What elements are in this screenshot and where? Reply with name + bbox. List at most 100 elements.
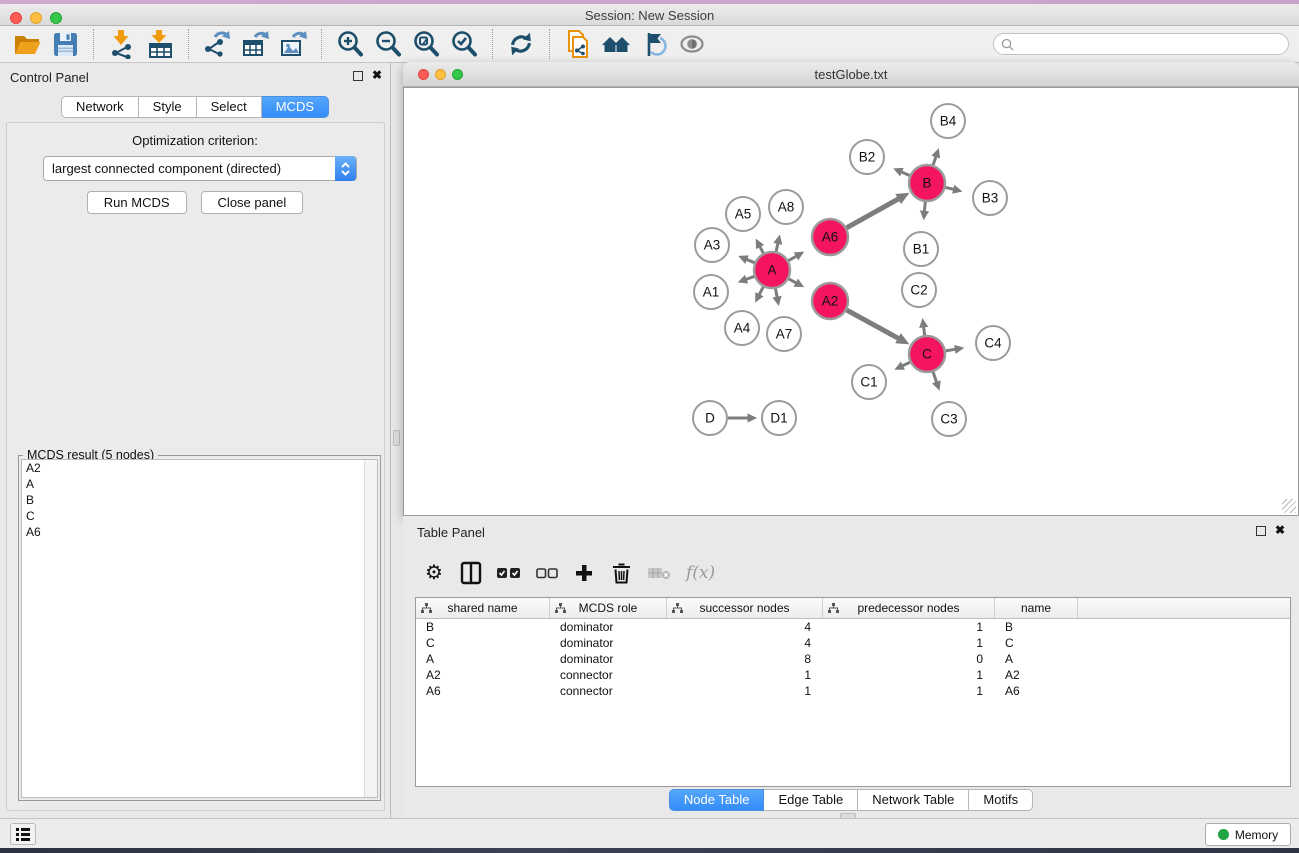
open-folder-icon[interactable] bbox=[11, 28, 43, 60]
result-scrollbar[interactable] bbox=[364, 460, 377, 797]
table-cell[interactable]: B bbox=[416, 619, 550, 635]
result-item[interactable]: A6 bbox=[22, 524, 377, 540]
tab-network[interactable]: Network bbox=[61, 96, 139, 118]
result-item[interactable]: A bbox=[22, 476, 377, 492]
table-cell[interactable]: connector bbox=[550, 683, 667, 699]
table-cell[interactable]: 4 bbox=[667, 635, 823, 651]
graph-edge-C-C2[interactable] bbox=[919, 318, 928, 335]
graph-node-A2[interactable]: A2 bbox=[812, 283, 848, 319]
export-network-icon[interactable] bbox=[201, 28, 233, 60]
trash-icon[interactable] bbox=[610, 560, 632, 586]
graph-edge-B-B4[interactable] bbox=[931, 148, 940, 165]
table-cell[interactable]: A bbox=[995, 651, 1078, 667]
graph-edge-B-B1[interactable] bbox=[920, 202, 929, 220]
close-panel-button[interactable]: Close panel bbox=[201, 191, 304, 214]
table-cell[interactable]: dominator bbox=[550, 651, 667, 667]
graph-edge-D-D1[interactable] bbox=[728, 413, 757, 422]
graph-node-A6[interactable]: A6 bbox=[812, 219, 848, 255]
table-cell[interactable]: A bbox=[416, 651, 550, 667]
table-cell[interactable]: A6 bbox=[416, 683, 550, 699]
table-cell[interactable]: A2 bbox=[416, 667, 550, 683]
table-float-panel-icon[interactable] bbox=[1256, 526, 1266, 536]
table-cell[interactable]: B bbox=[995, 619, 1078, 635]
table-cell[interactable]: C bbox=[995, 635, 1078, 651]
graph-node-A7[interactable]: A7 bbox=[767, 317, 801, 351]
memory-button[interactable]: Memory bbox=[1205, 823, 1291, 846]
graph-node-C4[interactable]: C4 bbox=[976, 326, 1010, 360]
table-cell[interactable]: 4 bbox=[667, 619, 823, 635]
column-header-successor-nodes[interactable]: successor nodes bbox=[667, 598, 823, 618]
graph-node-B2[interactable]: B2 bbox=[850, 140, 884, 174]
graph-node-A8[interactable]: A8 bbox=[769, 190, 803, 224]
column-header-predecessor-nodes[interactable]: predecessor nodes bbox=[823, 598, 995, 618]
graph-edge-A-A2[interactable] bbox=[789, 279, 804, 288]
flag-icon[interactable] bbox=[638, 28, 670, 60]
table-cell[interactable]: 1 bbox=[667, 667, 823, 683]
table-cell[interactable]: 1 bbox=[667, 683, 823, 699]
table-tab-network-table[interactable]: Network Table bbox=[858, 789, 969, 811]
result-item[interactable]: B bbox=[22, 492, 377, 508]
result-item[interactable]: C bbox=[22, 508, 377, 524]
select-all-checks-icon[interactable] bbox=[497, 560, 521, 586]
tab-mcds[interactable]: MCDS bbox=[262, 96, 329, 118]
graph-node-C1[interactable]: C1 bbox=[852, 365, 886, 399]
export-image-icon[interactable] bbox=[277, 28, 309, 60]
export-table-icon[interactable] bbox=[239, 28, 271, 60]
duplicate-network-document-icon[interactable] bbox=[562, 28, 594, 60]
optimization-criterion-select[interactable]: largest connected component (directed) bbox=[43, 156, 357, 181]
save-floppy-icon[interactable] bbox=[49, 28, 81, 60]
table-tab-motifs[interactable]: Motifs bbox=[969, 789, 1033, 811]
refresh-icon[interactable] bbox=[505, 28, 537, 60]
column-header-name[interactable]: name bbox=[995, 598, 1078, 618]
graph-node-C2[interactable]: C2 bbox=[902, 273, 936, 307]
table-cell[interactable]: 1 bbox=[823, 667, 995, 683]
table-cell[interactable]: 1 bbox=[823, 683, 995, 699]
table-row[interactable]: A6connector11A6 bbox=[416, 683, 1290, 699]
graph-edge-A2-C[interactable] bbox=[847, 310, 910, 344]
graph-node-D1[interactable]: D1 bbox=[762, 401, 796, 435]
table-cell[interactable]: 1 bbox=[823, 635, 995, 651]
graph-edge-C-C4[interactable] bbox=[946, 345, 965, 354]
graph-edge-B-B3[interactable] bbox=[945, 185, 962, 194]
graph-edge-A-A1[interactable] bbox=[738, 275, 754, 284]
graph-edge-A-A5[interactable] bbox=[756, 239, 764, 254]
graph-node-A3[interactable]: A3 bbox=[695, 228, 729, 262]
network-canvas[interactable]: B4B2BB3A8A5A6A3B1AC2A1A2A4A7C4CC1C3DD1 bbox=[403, 87, 1299, 516]
zoom-fit-icon[interactable] bbox=[410, 28, 442, 60]
search-field[interactable] bbox=[993, 33, 1289, 55]
graph-edge-B-B2[interactable] bbox=[893, 168, 909, 176]
graph-node-B[interactable]: B bbox=[909, 165, 945, 201]
graph-node-A5[interactable]: A5 bbox=[726, 197, 760, 231]
zoom-out-icon[interactable] bbox=[372, 28, 404, 60]
graph-edge-A-A4[interactable] bbox=[755, 287, 763, 303]
table-cell[interactable]: C bbox=[416, 635, 550, 651]
graph-node-A[interactable]: A bbox=[754, 252, 790, 288]
zoom-selected-icon[interactable] bbox=[448, 28, 480, 60]
table-cell[interactable]: A6 bbox=[995, 683, 1078, 699]
search-input[interactable] bbox=[1018, 37, 1288, 51]
graph-edge-A-A8[interactable] bbox=[773, 235, 782, 252]
tab-select[interactable]: Select bbox=[197, 96, 262, 118]
task-history-button[interactable] bbox=[10, 823, 36, 845]
table-tab-node-table[interactable]: Node Table bbox=[669, 789, 765, 811]
float-panel-icon[interactable] bbox=[353, 71, 363, 81]
graph-node-A1[interactable]: A1 bbox=[694, 275, 728, 309]
vertical-splitter-grip[interactable] bbox=[393, 430, 400, 446]
column-header-MCDS-role[interactable]: MCDS role bbox=[550, 598, 667, 618]
table-row[interactable]: Cdominator41C bbox=[416, 635, 1290, 651]
graph-node-C[interactable]: C bbox=[909, 336, 945, 372]
graph-edge-A-A7[interactable] bbox=[772, 289, 781, 306]
graph-edge-C-C1[interactable] bbox=[894, 361, 910, 369]
graph-node-B3[interactable]: B3 bbox=[973, 181, 1007, 215]
eye-icon[interactable] bbox=[676, 28, 708, 60]
graph-node-B1[interactable]: B1 bbox=[904, 232, 938, 266]
graph-node-C3[interactable]: C3 bbox=[932, 402, 966, 436]
gear-icon[interactable]: ⚙ bbox=[423, 560, 445, 586]
zoom-in-icon[interactable] bbox=[334, 28, 366, 60]
graph-edge-A6-B[interactable] bbox=[847, 193, 910, 228]
table-tab-edge-table[interactable]: Edge Table bbox=[764, 789, 858, 811]
import-network-icon[interactable] bbox=[106, 28, 138, 60]
table-cell[interactable]: A2 bbox=[995, 667, 1078, 683]
table-cell[interactable]: 8 bbox=[667, 651, 823, 667]
graph-node-D[interactable]: D bbox=[693, 401, 727, 435]
